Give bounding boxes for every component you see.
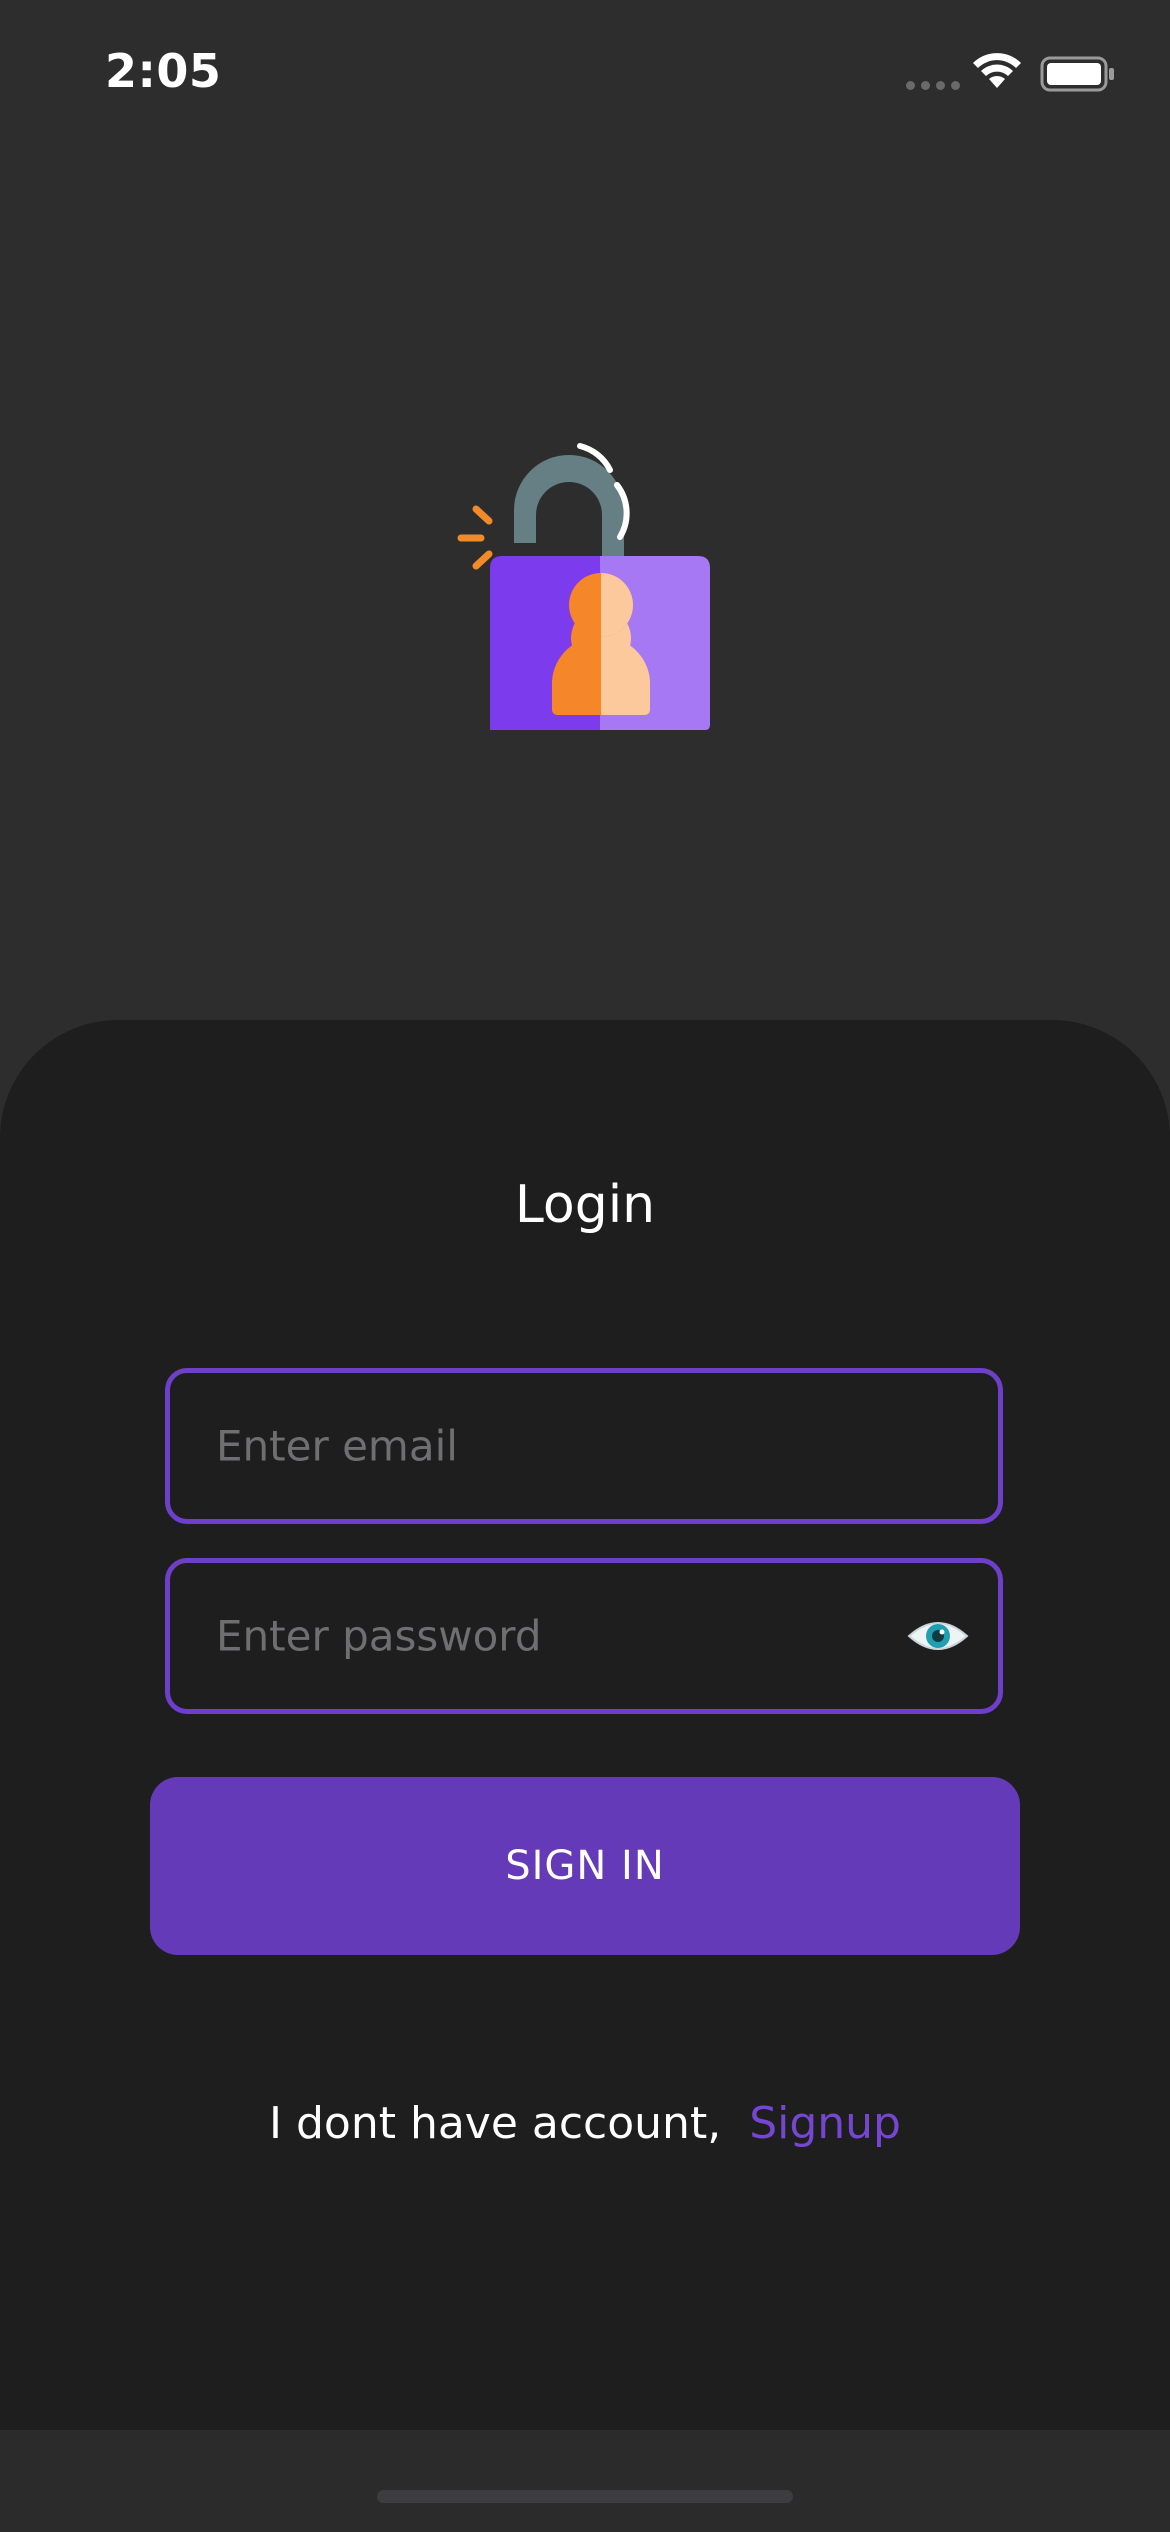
cellular-signal-icon (906, 81, 960, 90)
eye-icon[interactable] (906, 1616, 970, 1656)
bottom-safe-area (0, 2430, 1170, 2532)
wifi-icon (973, 53, 1021, 88)
home-indicator[interactable] (377, 2490, 793, 2503)
status-bar: 2:05 (0, 0, 1170, 140)
email-placeholder: Enter email (216, 1421, 458, 1471)
lock-user-icon (457, 443, 710, 730)
sign-in-button[interactable]: SIGN IN (150, 1777, 1020, 1955)
password-placeholder: Enter password (216, 1611, 542, 1661)
page-title: Login (514, 1175, 656, 1235)
battery-icon (1040, 56, 1114, 92)
password-field[interactable]: Enter password (165, 1558, 1003, 1714)
email-field[interactable]: Enter email (165, 1368, 1003, 1524)
signup-row: I dont have account, Signup (0, 2098, 1170, 2149)
status-time: 2:05 (105, 44, 222, 98)
signup-prompt: I dont have account, (269, 2098, 722, 2149)
signup-link[interactable]: Signup (749, 2098, 901, 2149)
